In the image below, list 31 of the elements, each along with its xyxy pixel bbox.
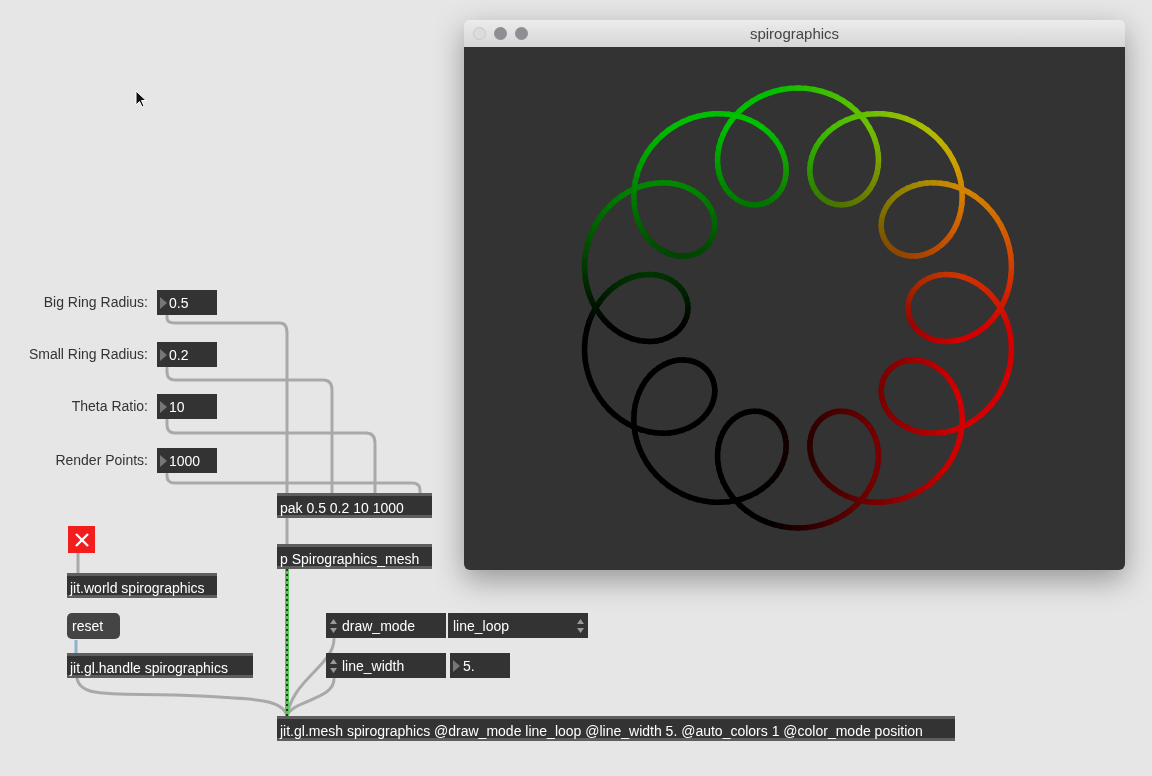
- window-zoom-button[interactable]: [515, 27, 528, 40]
- number-box[interactable]: 1000: [157, 448, 217, 473]
- number-box[interactable]: 0.2: [157, 342, 217, 367]
- object-box[interactable]: p Spirographics_mesh: [277, 544, 432, 569]
- window-minimize-button[interactable]: [494, 27, 507, 40]
- attribute-selector[interactable]: line_width: [326, 653, 446, 678]
- window-close-button[interactable]: [473, 27, 486, 40]
- parameter-label: Render Points:: [55, 451, 148, 470]
- patch-cord: [74, 640, 78, 653]
- patch-cord: [285, 516, 289, 546]
- attribute-menu[interactable]: line_loop: [448, 613, 588, 638]
- parameter-label: Big Ring Radius:: [43, 293, 148, 312]
- object-box[interactable]: jit.gl.handle spirographics: [67, 653, 253, 678]
- reset-message-button[interactable]: reset: [67, 613, 120, 639]
- attribute-number-box[interactable]: 5.: [450, 653, 510, 678]
- object-box[interactable]: jit.gl.mesh spirographics @draw_mode line_loop @line_width 5. @auto_colors 1 @color_mode position: [277, 716, 955, 741]
- number-box[interactable]: 0.5: [157, 290, 217, 315]
- object-box[interactable]: jit.world spirographics: [67, 573, 217, 598]
- attribute-selector[interactable]: draw_mode: [326, 613, 446, 638]
- x-icon: [73, 531, 90, 548]
- up-down-arrows-icon: [330, 658, 337, 673]
- window-title: spirographics: [748, 25, 841, 42]
- number-box[interactable]: 10: [157, 394, 217, 419]
- parameter-label: Theta Ratio:: [71, 397, 148, 416]
- patch-cord: [76, 551, 80, 575]
- mouse-cursor-icon: [135, 90, 147, 108]
- object-box[interactable]: pak 0.5 0.2 10 1000: [277, 493, 432, 518]
- up-down-arrows-icon: [577, 618, 584, 633]
- up-down-arrows-icon: [330, 618, 337, 633]
- parameter-label: Small Ring Radius:: [28, 345, 148, 364]
- toggle[interactable]: [68, 526, 95, 553]
